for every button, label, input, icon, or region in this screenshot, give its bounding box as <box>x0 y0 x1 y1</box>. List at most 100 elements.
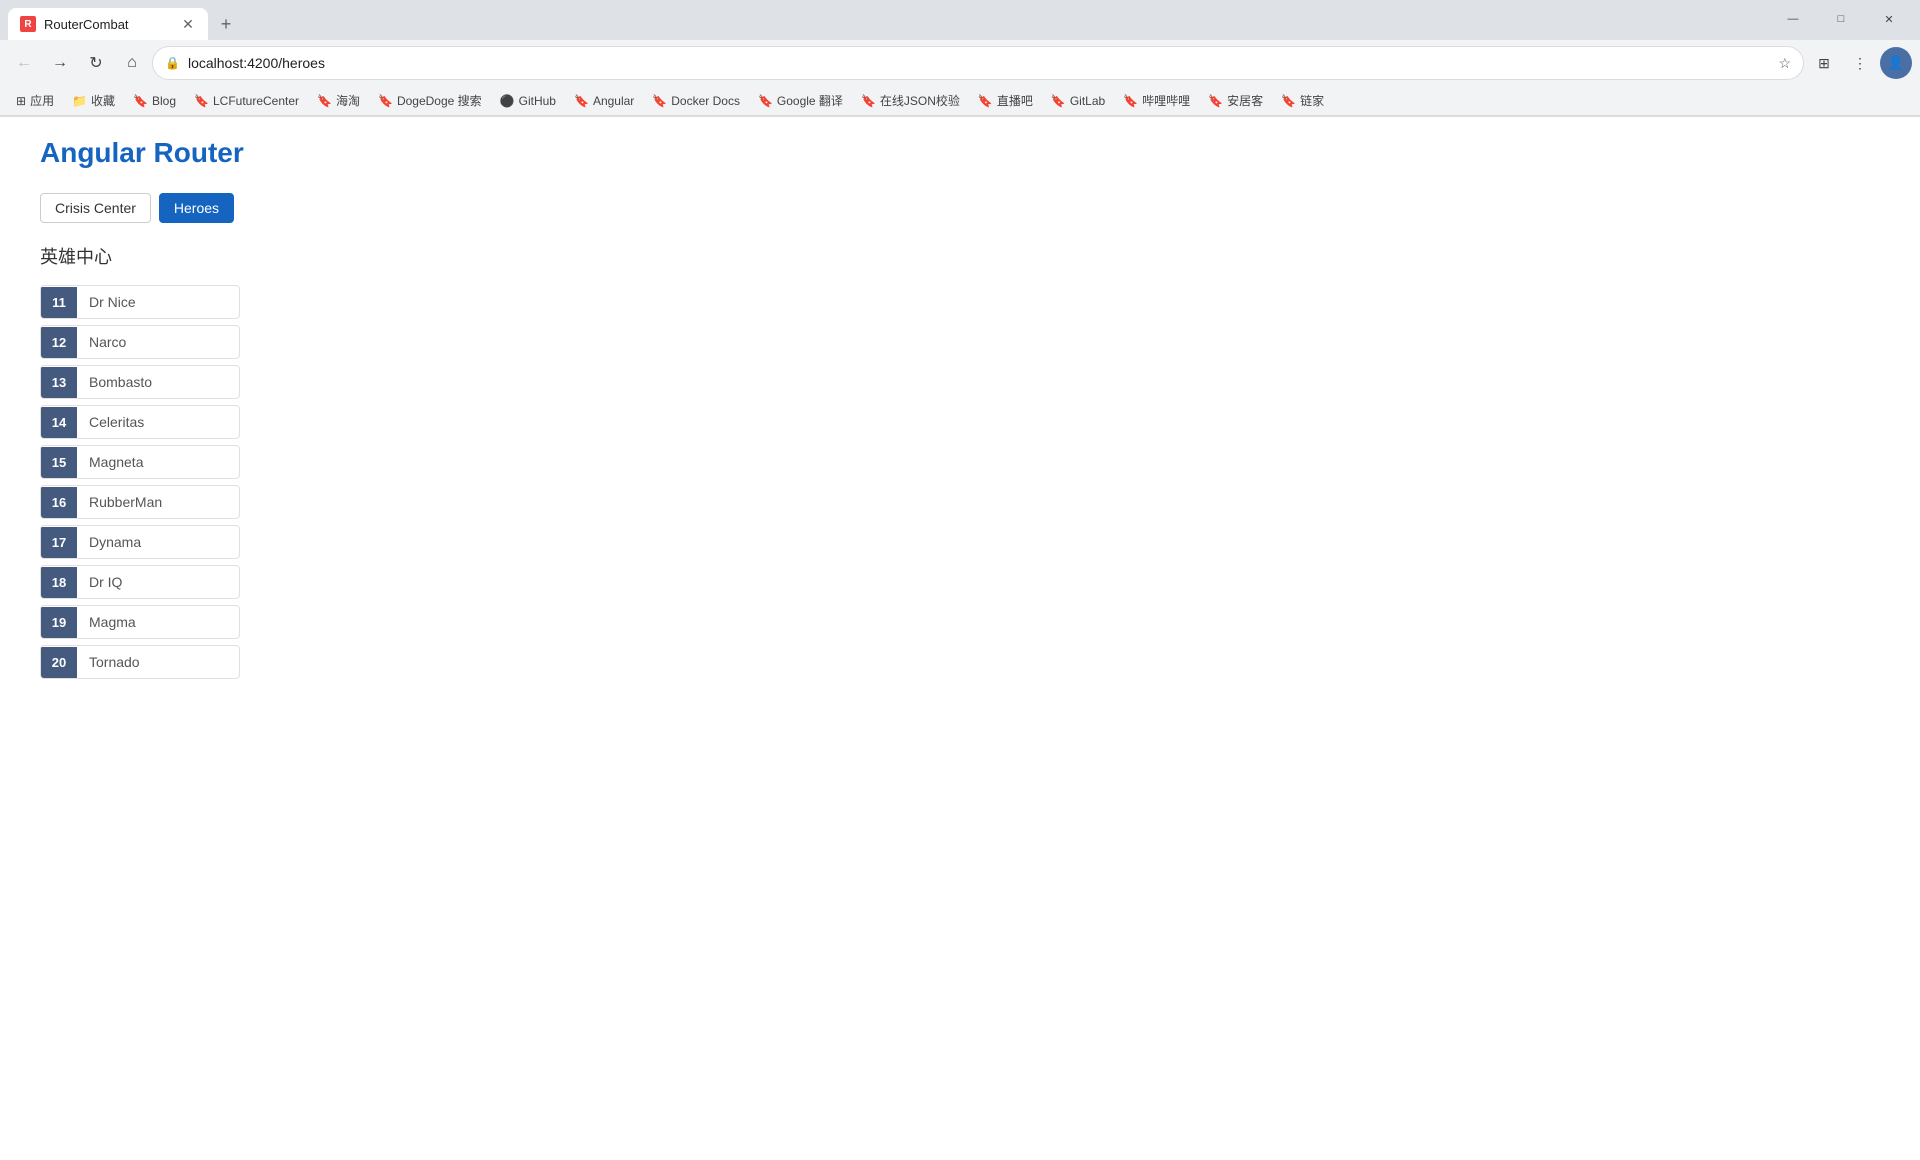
app-title: Angular Router <box>40 137 1880 169</box>
toolbar-icons: ⊞ ⋮ 👤 <box>1808 47 1912 79</box>
bookmark-star-icon[interactable]: ☆ <box>1778 55 1791 72</box>
bookmark-translate-label: Google 翻译 <box>777 92 843 109</box>
tab-title: RouterCombat <box>44 17 172 32</box>
bookmark-docker[interactable]: 🔖 Docker Docs <box>644 91 748 111</box>
hero-number: 17 <box>41 527 77 558</box>
hero-name: Celeritas <box>77 406 239 438</box>
bookmark-dogedoge[interactable]: 🔖 DogeDoge 搜索 <box>370 89 490 112</box>
back-button[interactable]: ← <box>8 47 40 79</box>
hero-item[interactable]: 15 Magneta <box>40 445 240 479</box>
extensions-button[interactable]: ⊞ <box>1808 47 1840 79</box>
gitlab-icon: 🔖 <box>1051 94 1066 108</box>
bookmark-lianjia-label: 链家 <box>1300 92 1324 109</box>
bookmark-apps-label: 应用 <box>30 92 54 109</box>
nav-tabs: Crisis Center Heroes <box>40 193 1880 223</box>
bookmark-apps[interactable]: ⊞ 应用 <box>8 89 62 112</box>
maximize-button[interactable]: □ <box>1818 4 1864 34</box>
url-text: localhost:4200/heroes <box>188 55 1770 71</box>
minimize-button[interactable]: — <box>1770 4 1816 34</box>
hero-name: Tornado <box>77 646 239 678</box>
docker-icon: 🔖 <box>652 94 667 108</box>
bookmark-bibi-label: 哔哩哔哩 <box>1142 92 1190 109</box>
angular-icon: 🔖 <box>574 94 589 108</box>
hero-number: 18 <box>41 567 77 598</box>
bookmark-angular[interactable]: 🔖 Angular <box>566 91 642 111</box>
hero-item[interactable]: 18 Dr IQ <box>40 565 240 599</box>
hero-number: 19 <box>41 607 77 638</box>
bookmark-json[interactable]: 🔖 在线JSON校验 <box>853 89 968 112</box>
json-icon: 🔖 <box>861 94 876 108</box>
bookmark-zhibo[interactable]: 🔖 直播吧 <box>970 89 1041 112</box>
bookmark-anjushu-label: 安居客 <box>1227 92 1263 109</box>
dogedoge-icon: 🔖 <box>378 94 393 108</box>
bookmark-haihai[interactable]: 🔖 海淘 <box>309 89 368 112</box>
bibi-icon: 🔖 <box>1123 94 1138 108</box>
bookmark-gitlab[interactable]: 🔖 GitLab <box>1043 91 1113 111</box>
hero-name: Magma <box>77 606 239 638</box>
hero-item[interactable]: 17 Dynama <box>40 525 240 559</box>
hero-number: 13 <box>41 367 77 398</box>
bookmark-lianjia[interactable]: 🔖 链家 <box>1273 89 1332 112</box>
new-tab-button[interactable]: + <box>212 10 240 38</box>
close-button[interactable]: ✕ <box>1866 4 1912 34</box>
address-bar[interactable]: 🔒 localhost:4200/heroes ☆ <box>152 46 1804 80</box>
hero-item[interactable]: 19 Magma <box>40 605 240 639</box>
home-button[interactable]: ⌂ <box>116 47 148 79</box>
tab-close-button[interactable]: ✕ <box>180 16 196 32</box>
hero-name: Bombasto <box>77 366 239 398</box>
browser-tab[interactable]: R RouterCombat ✕ <box>8 8 208 40</box>
reload-button[interactable]: ↻ <box>80 47 112 79</box>
navigation-toolbar: ← → ↻ ⌂ 🔒 localhost:4200/heroes ☆ ⊞ ⋮ 👤 <box>0 40 1920 86</box>
bookmark-dogedoge-label: DogeDoge 搜索 <box>397 92 482 109</box>
bookmark-angular-label: Angular <box>593 94 634 108</box>
bookmark-github-label: GitHub <box>519 94 556 108</box>
hero-name: Dr IQ <box>77 566 239 598</box>
hero-item[interactable]: 20 Tornado <box>40 645 240 679</box>
folder-icon: 📁 <box>72 94 87 108</box>
bookmark-google-translate[interactable]: 🔖 Google 翻译 <box>750 89 851 112</box>
bookmark-json-label: 在线JSON校验 <box>880 92 960 109</box>
hero-number: 11 <box>41 287 77 318</box>
hero-number: 14 <box>41 407 77 438</box>
hero-number: 16 <box>41 487 77 518</box>
hero-item[interactable]: 12 Narco <box>40 325 240 359</box>
section-title: 英雄中心 <box>40 243 1880 269</box>
hero-name: RubberMan <box>77 486 239 518</box>
zhibo-icon: 🔖 <box>978 94 993 108</box>
bookmark-lcfuture-label: LCFutureCenter <box>213 94 299 108</box>
heroes-list: 11 Dr Nice 12 Narco 13 Bombasto 14 Celer… <box>40 285 240 679</box>
window-controls: — □ ✕ <box>1762 0 1920 40</box>
browser-chrome: R RouterCombat ✕ + — □ ✕ ← → ↻ ⌂ 🔒 local… <box>0 0 1920 117</box>
bookmark-anjushu[interactable]: 🔖 安居客 <box>1200 89 1271 112</box>
hero-item[interactable]: 14 Celeritas <box>40 405 240 439</box>
bookmark-lcfuture[interactable]: 🔖 LCFutureCenter <box>186 91 307 111</box>
profile-button[interactable]: 👤 <box>1880 47 1912 79</box>
lcfuture-icon: 🔖 <box>194 94 209 108</box>
hero-number: 12 <box>41 327 77 358</box>
page-content: Angular Router Crisis Center Heroes 英雄中心… <box>0 117 1920 699</box>
bookmark-haihai-label: 海淘 <box>336 92 360 109</box>
bookmark-favorites[interactable]: 📁 收藏 <box>64 89 123 112</box>
hero-item[interactable]: 16 RubberMan <box>40 485 240 519</box>
settings-button[interactable]: ⋮ <box>1844 47 1876 79</box>
hero-item[interactable]: 13 Bombasto <box>40 365 240 399</box>
lianjia-icon: 🔖 <box>1281 94 1296 108</box>
translate-icon: 🔖 <box>758 94 773 108</box>
bookmark-blog[interactable]: 🔖 Blog <box>125 91 184 111</box>
bookmark-zhibo-label: 直播吧 <box>997 92 1033 109</box>
bookmark-blog-label: Blog <box>152 94 176 108</box>
hero-item[interactable]: 11 Dr Nice <box>40 285 240 319</box>
tab-crisis-center[interactable]: Crisis Center <box>40 193 151 223</box>
lock-icon: 🔒 <box>165 56 180 70</box>
hero-name: Narco <box>77 326 239 358</box>
bookmark-docker-label: Docker Docs <box>671 94 740 108</box>
bookmark-bibi[interactable]: 🔖 哔哩哔哩 <box>1115 89 1198 112</box>
bookmark-github[interactable]: ⚫ GitHub <box>492 91 564 111</box>
bookmark-gitlab-label: GitLab <box>1070 94 1105 108</box>
forward-button[interactable]: → <box>44 47 76 79</box>
tab-heroes[interactable]: Heroes <box>159 193 234 223</box>
hero-number: 15 <box>41 447 77 478</box>
github-icon: ⚫ <box>500 94 515 108</box>
blog-icon: 🔖 <box>133 94 148 108</box>
hero-number: 20 <box>41 647 77 678</box>
